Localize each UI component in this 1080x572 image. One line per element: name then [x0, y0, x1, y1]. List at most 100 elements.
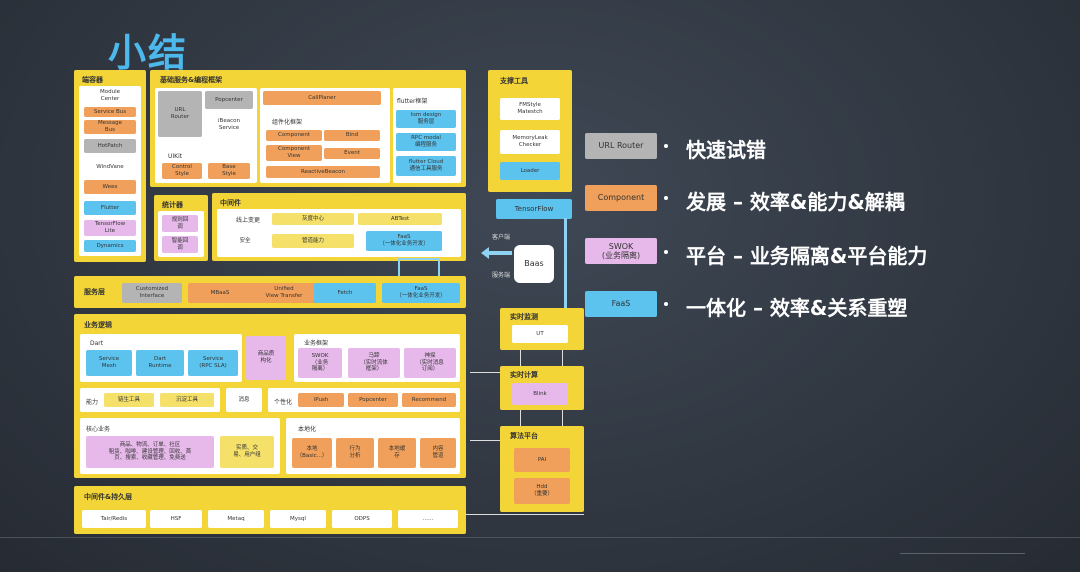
support-item-fmstyle: FMStyle Matestch: [500, 98, 560, 120]
client-item-flutter: Flutter: [84, 201, 136, 215]
url-router-box: URL Router: [158, 91, 202, 137]
local-item-3: 本地缓 存: [378, 438, 416, 468]
footer-rule-short: [900, 553, 1025, 554]
control-style-box: Control Style: [162, 163, 202, 179]
reactive-box: ReactiveBeacon: [266, 166, 380, 178]
stats-item-1: 规则回 调: [162, 215, 198, 232]
blink-box: Blink: [512, 383, 568, 405]
persist-title: 中间件&持久层: [84, 493, 133, 501]
flutter-item-2: RPC modal 编程服务: [396, 133, 456, 151]
algo-panel: 算法平台 PAI Hdd （重要）: [500, 426, 584, 512]
faas-connector-top: [398, 258, 440, 260]
uikit-label: UIKit: [168, 153, 183, 160]
stats-title: 统计器: [162, 201, 183, 209]
beacon-box: iBeacon Service: [205, 114, 253, 136]
network-box: 管道能力: [272, 234, 354, 248]
flutter-frame-label: flutter框架: [397, 98, 428, 105]
faas-middle-box[interactable]: FaaS （一体化业务开发）: [366, 231, 442, 251]
gray-center-box: 灰度中心: [272, 213, 354, 225]
persist-panel: 中间件&持久层 Tair/Redis HSF Metaq Mysql ODPS …: [74, 486, 466, 534]
right-connector-3: [520, 410, 521, 426]
left-connector-2: [470, 440, 500, 441]
dart-label: Dart: [90, 340, 104, 347]
persist-item-hsf: HSF: [150, 510, 202, 528]
component-frame-label: 组件化框架: [272, 119, 303, 126]
flutter-item-1: tsm design 服务层: [396, 110, 456, 128]
client-item-tflite: TensorFlow Lite: [84, 220, 136, 236]
biz-item-swok: SWOK （业务 隔离）: [298, 348, 342, 378]
basic-title: 基础服务&编程框架: [160, 76, 223, 84]
legend-text-4: 一体化 – 效率&关系重塑: [686, 296, 908, 320]
biz-frame-label: 业务框架: [304, 340, 329, 347]
service-item-faas[interactable]: FaaS （一体化业务开发）: [382, 283, 460, 303]
persist-item-odps: ODPS: [332, 510, 392, 528]
component-box: Component: [266, 130, 322, 141]
stats-item-2: 智能回 调: [162, 236, 198, 253]
legend-box-3: SWOK (业务隔离): [585, 238, 657, 264]
service-item-customized: Customized Interface: [122, 283, 182, 303]
personal-label: 个性化: [274, 399, 293, 406]
component-view-box: Component View: [266, 145, 322, 161]
personal-item-popcenter: Popcenter: [348, 393, 398, 407]
service-item-mbaas: MBaaS: [188, 283, 252, 303]
product-structure-box: 商品质 构化: [246, 336, 286, 380]
ability-label: 能力: [86, 399, 99, 406]
persist-item-mysql: Mysql: [270, 510, 326, 528]
client-panel: 端容器 Module Center Service Bus Message Bu…: [74, 70, 146, 262]
service-panel: 服务层 Customized Interface MBaaS Unified V…: [74, 276, 466, 308]
business-panel: 业务逻辑 Dart Service Mesh Dart Runtime Serv…: [74, 314, 466, 478]
realtime-monitor-panel: 实时监测 UT: [500, 308, 584, 350]
popcenter-box: Popcenter: [205, 91, 253, 109]
online-change-label: 线上变更: [236, 217, 261, 224]
biz-item-mati: 马蹄 （实时流体 框架）: [348, 348, 400, 378]
ut-box: UT: [512, 325, 568, 343]
service-item-unified: Unified View Transfer: [244, 283, 324, 303]
basic-panel: 基础服务&编程框架 URL Router Popcenter iBeacon S…: [150, 70, 466, 187]
client-item-module-center: Module Center: [84, 88, 136, 104]
base-style-box: Base Style: [208, 163, 250, 179]
middleware-title: 中间件: [220, 199, 241, 207]
baas-arrow: [488, 251, 512, 255]
baas-arrow-head: [481, 247, 489, 259]
client-item-message-bus: Message Bus: [84, 120, 136, 134]
right-connector-1: [520, 350, 521, 366]
bind-box: Bind: [324, 130, 380, 141]
local-label: 本地化: [298, 426, 317, 433]
service-title: 服务层: [84, 288, 105, 296]
dart-item-service: Service (RPC SLA): [188, 350, 238, 376]
middleware-panel: 中间件 线上变更 灰度中心 ABTest 安全 管道能力 FaaS （一体化业务…: [212, 193, 466, 261]
legend-box-1: URL Router: [585, 133, 657, 159]
core-extra-box: 实质、交 易、用户组: [220, 436, 274, 468]
local-item-1: 本地 （Basic...）: [292, 438, 332, 468]
local-item-4: 内容 管道: [420, 438, 456, 468]
legend-bullet-3: [664, 250, 668, 254]
event-box: Event: [324, 148, 380, 159]
dart-item-mesh: Service Mesh: [86, 350, 132, 376]
abtest-box: ABTest: [358, 213, 442, 225]
core-label: 核心业务: [86, 426, 111, 433]
biz-item-shentan: 神探 （实时消息 订阅）: [404, 348, 456, 378]
support-item-loader: Loader: [500, 162, 560, 180]
baas-box: Baas: [514, 245, 554, 283]
message-box: 消息: [226, 388, 262, 412]
legend-text-3: 平台 – 业务隔离&平台能力: [686, 244, 928, 268]
legend-bullet-1: [664, 144, 668, 148]
legend-box-2: Component: [585, 185, 657, 211]
callplanner-box: CallPlaner: [263, 91, 381, 105]
hdd-box: Hdd （重要）: [514, 478, 570, 504]
client-item-hotpatch: HotPatch: [84, 139, 136, 153]
server-side-label: 服务端: [492, 272, 511, 279]
legend-bullet-2: [664, 196, 668, 200]
ability-item-2: 沉淀工具: [160, 393, 214, 407]
client-item-windvane: WindVane: [84, 160, 136, 174]
right-connector-2: [562, 350, 563, 366]
realtime-compute-panel: 实时计算 Blink: [500, 366, 584, 410]
legend-bullet-4: [664, 302, 668, 306]
persist-item-metaq: Metaq: [208, 510, 264, 528]
personal-item-ipush: iPush: [298, 393, 344, 407]
persist-item-tair: Tair/Redis: [82, 510, 146, 528]
right-connector-4: [562, 410, 563, 426]
personal-item-recommend: Recommend: [402, 393, 456, 407]
service-item-fetch: Fetch: [314, 283, 376, 303]
footer-rule: [0, 537, 1080, 538]
